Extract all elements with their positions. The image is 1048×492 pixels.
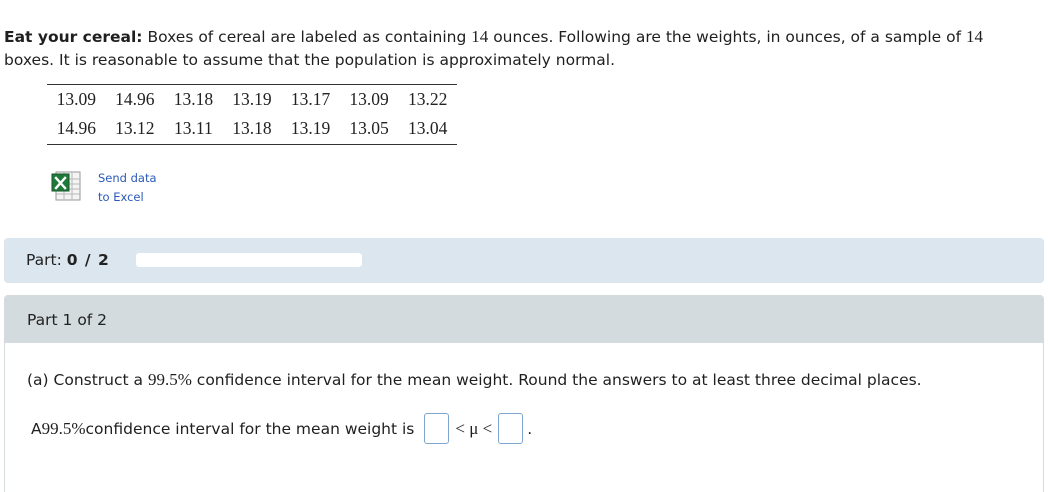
question-prompt: (a) Construct a 99.5% confidence interva… bbox=[27, 370, 922, 390]
table-row: 13.09 14.96 13.18 13.19 13.17 13.09 13.22 bbox=[47, 85, 457, 115]
answer-prefix-1: A bbox=[31, 419, 42, 438]
table-cell: 13.22 bbox=[408, 88, 448, 109]
answer-period: . bbox=[527, 419, 533, 438]
table-cell: 13.11 bbox=[174, 118, 213, 139]
problem-title: Eat your cereal: bbox=[4, 28, 143, 46]
table-cell: 13.17 bbox=[290, 88, 331, 109]
confidence-level: 99.5% bbox=[147, 370, 192, 389]
problem-text-3: boxes. It is reasonable to assume that t… bbox=[4, 51, 616, 69]
excel-icon[interactable] bbox=[50, 168, 84, 204]
prompt-text-1: (a) Construct a bbox=[27, 371, 148, 389]
table-cell: 13.19 bbox=[232, 88, 272, 109]
problem-text-1: Boxes of cereal are labeled as containin… bbox=[142, 28, 472, 46]
part-header-text: Part 1 of 2 bbox=[27, 311, 108, 329]
upper-bound-input[interactable] bbox=[498, 413, 524, 444]
answer-confidence-level: 99.5% bbox=[41, 418, 86, 438]
table-cell: 13.09 bbox=[349, 88, 389, 109]
inequality-symbol: < μ < bbox=[455, 418, 493, 438]
question-header: Part 1 of 2 bbox=[5, 296, 1043, 343]
problem-statement: Eat your cereal: Boxes of cereal are lab… bbox=[4, 25, 1034, 72]
table-cell: 13.18 bbox=[232, 118, 272, 139]
problem-text-2: ounces. Following are the weights, in ou… bbox=[488, 28, 966, 46]
part-progress-label: Part: 0 / 2 bbox=[26, 251, 110, 269]
table-cell: 13.12 bbox=[115, 118, 155, 139]
table-cell: 13.09 bbox=[56, 88, 96, 109]
labeled-weight: 14 bbox=[471, 27, 489, 46]
part-progress-bar: Part: 0 / 2 bbox=[4, 238, 1044, 283]
prompt-text-2: confidence interval for the mean weight.… bbox=[191, 371, 922, 389]
table-cell: 13.18 bbox=[173, 88, 214, 109]
sample-size: 14 bbox=[966, 27, 983, 46]
table-cell: 13.04 bbox=[408, 118, 448, 139]
send-data-text[interactable]: Send data bbox=[98, 169, 157, 188]
question-card: Part 1 of 2 (a) Construct a 99.5% confid… bbox=[4, 295, 1044, 492]
send-to-excel-link[interactable]: Send data to Excel bbox=[50, 168, 157, 207]
lower-bound-input[interactable] bbox=[424, 413, 450, 444]
to-excel-text[interactable]: to Excel bbox=[98, 188, 157, 207]
answer-prefix-2: confidence interval for the mean weight … bbox=[85, 419, 415, 438]
table-cell: 13.19 bbox=[290, 118, 331, 139]
table-cell: 13.05 bbox=[349, 118, 389, 139]
part-label: Part: bbox=[26, 251, 67, 269]
weights-data-table: 13.09 14.96 13.18 13.19 13.17 13.09 13.22 14.96… bbox=[47, 84, 457, 145]
part-count: 0 / 2 bbox=[66, 251, 110, 269]
answer-line: A 99.5% confidence interval for the mean… bbox=[31, 413, 532, 444]
send-to-excel-label[interactable]: Send data to Excel bbox=[98, 169, 157, 207]
table-row: 14.96 13.12 13.11 13.18 13.19 13.05 13.04 bbox=[47, 115, 457, 145]
progress-track bbox=[136, 253, 362, 267]
table-cell: 14.96 bbox=[56, 118, 96, 139]
table-cell: 14.96 bbox=[115, 88, 155, 109]
